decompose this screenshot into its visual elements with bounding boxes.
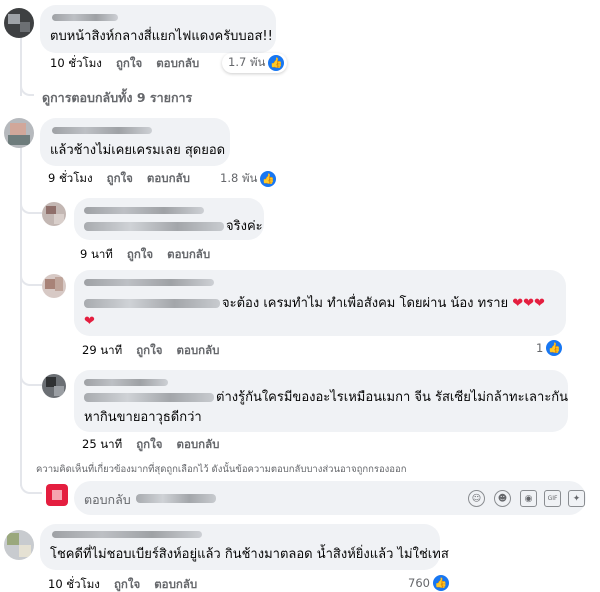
comment-time[interactable]: 9 ชั่วโมง <box>48 170 93 188</box>
thread-curve-1 <box>20 82 34 96</box>
reply-link[interactable]: ตอบกลับ <box>147 170 190 188</box>
avatar[interactable] <box>4 118 34 148</box>
reply-meta: 9 นาที ถูกใจ ตอบกลับ <box>80 246 210 264</box>
sticker-icon[interactable]: ☺ <box>468 490 485 507</box>
avatar-sticker-icon[interactable]: ✦ <box>568 490 585 507</box>
like-link[interactable]: ถูกใจ <box>116 55 142 73</box>
reaction-count[interactable]: 1 👍 <box>536 340 563 356</box>
blurred-mention <box>84 393 214 402</box>
comment-bubble: ตบหน้าสิงห์กลางสี่แยกไฟแดงครับบอส!! <box>40 5 276 53</box>
like-thumb-icon: 👍 <box>260 171 277 187</box>
reply-text: จะต้อง เครมทำไม ทำเพื่อสังคม โดยผ่าน น้อ… <box>84 294 545 314</box>
reply-link[interactable]: ตอบกลับ <box>176 342 219 360</box>
like-link[interactable]: ถูกใจ <box>114 576 140 592</box>
reply-text-line2: หากินขายอาวุธดีกว่า <box>84 410 202 425</box>
comment-meta: 10 ชั่วโมง ถูกใจ ตอบกลับ <box>48 576 197 592</box>
red-heart-emoji: ❤ <box>84 314 95 329</box>
gif-icon[interactable]: GIF <box>544 490 561 507</box>
like-link[interactable]: ถูกใจ <box>136 436 162 454</box>
blurred-mention <box>84 299 220 308</box>
comment-meta: 10 ชั่วโมง ถูกใจ ตอบกลับ <box>50 55 199 73</box>
thread-curve-3 <box>20 272 42 286</box>
emoji-icon[interactable]: ☻ <box>494 490 511 507</box>
reply-bubble: จะต้อง เครมทำไม ทำเพื่อสังคม โดยผ่าน น้อ… <box>74 270 566 336</box>
reply-link[interactable]: ตอบกลับ <box>156 55 199 73</box>
comment-text: แล้วช้างไม่เคยเครมเลย สุดยอด <box>50 143 226 158</box>
avatar[interactable] <box>4 530 34 560</box>
reply-bubble: จริงค่ะ <box>74 198 264 240</box>
reaction-count[interactable]: 760 👍 <box>408 575 449 591</box>
red-heart-emoji: ❤❤❤ <box>512 296 545 311</box>
like-thumb-icon: 👍 <box>546 340 563 356</box>
avatar[interactable] <box>42 274 66 298</box>
thread-line-2 <box>20 146 22 486</box>
comment-bubble: แล้วช้างไม่เคยเครมเลย สุดยอด <box>40 118 230 166</box>
author-name-blurred[interactable] <box>52 14 118 21</box>
blurred-mention <box>136 494 216 503</box>
avatar[interactable] <box>42 374 66 398</box>
reply-input-placeholder: ตอบกลับ <box>84 492 131 507</box>
comment-time[interactable]: 10 ชั่วโมง <box>48 576 100 592</box>
comment-text: โชคดีที่ไม่ชอบเบียร์สิงห์อยู่แล้ว กินช้า… <box>50 547 449 562</box>
reply-link[interactable]: ตอบกลับ <box>154 576 197 592</box>
reply-time[interactable]: 25 นาที <box>82 436 122 454</box>
reply-bubble: ต่างรู้กันใครมีของอะไรเหมือนเมกา จีน รัส… <box>74 370 568 432</box>
reply-text: จริงค่ะ <box>84 217 263 237</box>
avatar[interactable] <box>42 202 66 226</box>
like-link[interactable]: ถูกใจ <box>136 342 162 360</box>
reply-meta: 25 นาที ถูกใจ ตอบกลับ <box>82 436 219 454</box>
thread-curve-2 <box>20 200 42 214</box>
avatar[interactable] <box>4 8 34 38</box>
reply-text: ต่างรู้กันใครมีของอะไรเหมือนเมกา จีน รัส… <box>84 388 568 408</box>
author-name-blurred[interactable] <box>52 531 202 538</box>
reply-input[interactable]: ตอบกลับ ☺ ☻ ◉ GIF ✦ <box>74 481 586 515</box>
like-thumb-icon: 👍 <box>432 575 449 591</box>
reply-link[interactable]: ตอบกลับ <box>176 436 219 454</box>
author-name-blurred[interactable] <box>84 207 204 214</box>
reply-link[interactable]: ตอบกลับ <box>167 246 210 264</box>
comment-bubble: โชคดีที่ไม่ชอบเบียร์สิงห์อยู่แล้ว กินช้า… <box>40 524 449 570</box>
reply-text-line2: ❤ <box>84 312 95 332</box>
comment-time[interactable]: 10 ชั่วโมง <box>50 55 102 73</box>
comment-meta: 9 ชั่วโมง ถูกใจ ตอบกลับ <box>48 170 190 188</box>
reply-time[interactable]: 9 นาที <box>80 246 113 264</box>
thread-curve-5 <box>20 480 42 494</box>
blurred-mention <box>84 222 224 231</box>
like-link[interactable]: ถูกใจ <box>107 170 133 188</box>
reaction-count[interactable]: 1.7 พัน 👍 <box>222 53 288 73</box>
camera-icon[interactable]: ◉ <box>520 490 537 507</box>
like-thumb-icon: 👍 <box>268 55 285 71</box>
like-link[interactable]: ถูกใจ <box>127 246 153 264</box>
reply-time[interactable]: 29 นาที <box>82 342 122 360</box>
reply-meta: 29 นาที ถูกใจ ตอบกลับ <box>82 342 219 360</box>
view-all-replies-link[interactable]: ดูการตอบกลับทั้ง 9 รายการ <box>42 88 192 108</box>
comment-text: ตบหน้าสิงห์กลางสี่แยกไฟแดงครับบอส!! <box>50 29 273 44</box>
author-name-blurred[interactable] <box>52 127 152 134</box>
relevance-note: ความคิดเห็นที่เกี่ยวข้องมากที่สุดถูกเลือ… <box>36 464 407 475</box>
avatar[interactable] <box>46 484 68 506</box>
thread-curve-4 <box>20 372 42 386</box>
reaction-count[interactable]: 1.8 พัน 👍 <box>220 170 277 188</box>
author-name-blurred[interactable] <box>84 379 168 386</box>
author-name-blurred[interactable] <box>84 279 214 286</box>
